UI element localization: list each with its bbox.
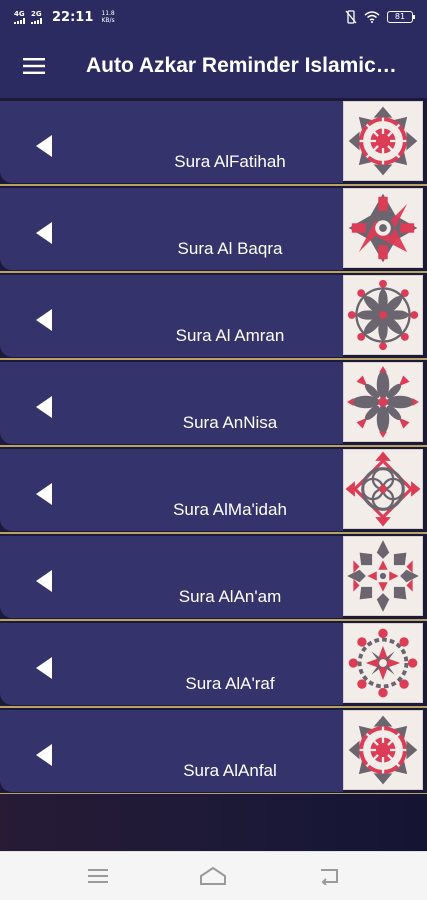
network-speed-value: 11.8 xyxy=(101,10,115,17)
list-item[interactable]: Sura AlA'raf xyxy=(0,620,427,708)
list-item[interactable]: Sura AlAnfal xyxy=(0,707,427,795)
play-left-triangle-icon[interactable] xyxy=(34,220,54,246)
status-bar: 4G 2G 22:11 11.8 KB/s 81 xyxy=(0,0,427,34)
app-bar: Auto Azkar Reminder Islamic… xyxy=(0,34,427,98)
play-left-triangle-icon[interactable] xyxy=(34,481,54,507)
status-left: 4G 2G 22:11 11.8 KB/s xyxy=(14,10,115,25)
list-item[interactable]: Sura AlFatihah xyxy=(0,98,427,186)
sura-pattern-image xyxy=(343,536,423,616)
sura-pattern-image xyxy=(343,101,423,181)
sura-pattern-image xyxy=(343,710,423,790)
back-icon xyxy=(321,869,339,885)
list-item-label: Sura AlA'raf xyxy=(185,674,275,693)
list-item-label: Sura Al Baqra xyxy=(177,239,283,258)
signal-2g: 2G xyxy=(31,10,42,24)
list-item[interactable]: Sura Al Baqra xyxy=(0,185,427,273)
sura-pattern-image xyxy=(343,362,423,442)
play-left-triangle-icon[interactable] xyxy=(34,742,54,768)
network-speed: 11.8 KB/s xyxy=(101,10,114,24)
network-type-1: 4G xyxy=(14,10,25,18)
play-left-triangle-icon[interactable] xyxy=(34,394,54,420)
signal-bars-icon xyxy=(14,18,25,24)
play-left-triangle-icon[interactable] xyxy=(34,307,54,333)
sura-list: Sura AlFatihah Sura Al Baqra Sura Al Amr… xyxy=(0,98,427,795)
hamburger-menu-icon xyxy=(23,58,45,74)
list-item-label: Sura AlMa'idah xyxy=(173,500,287,519)
vibrate-icon xyxy=(345,10,357,24)
recent-apps-icon xyxy=(87,869,108,883)
status-time: 22:11 xyxy=(52,9,94,25)
signal-4g: 4G xyxy=(14,10,25,24)
network-speed-unit: KB/s xyxy=(101,17,115,24)
sura-pattern-image xyxy=(343,275,423,355)
back-button[interactable] xyxy=(309,861,349,891)
list-item-label: Sura AnNisa xyxy=(182,413,278,432)
play-left-triangle-icon[interactable] xyxy=(34,655,54,681)
menu-button[interactable] xyxy=(0,34,68,98)
list-item[interactable]: Sura AlAn'am xyxy=(0,533,427,621)
home-icon xyxy=(200,866,227,885)
sura-pattern-image xyxy=(343,188,423,268)
network-type-2: 2G xyxy=(31,10,42,18)
list-item[interactable]: Sura Al Amran xyxy=(0,272,427,360)
sura-pattern-image xyxy=(343,623,423,703)
play-left-triangle-icon[interactable] xyxy=(34,568,54,594)
system-nav-bar xyxy=(0,851,427,900)
list-item-label: Sura Al Amran xyxy=(175,326,285,345)
battery-icon: 81 xyxy=(387,11,415,23)
sura-pattern-image xyxy=(343,449,423,529)
list-footer-background xyxy=(0,794,427,851)
list-item-label: Sura AlAn'am xyxy=(178,587,282,606)
app-title: Auto Azkar Reminder Islamic… xyxy=(86,54,397,77)
play-left-triangle-icon[interactable] xyxy=(34,133,54,159)
wifi-icon xyxy=(364,11,380,23)
home-button[interactable] xyxy=(193,861,233,891)
list-item-label: Sura AlAnfal xyxy=(183,761,277,780)
list-item-label: Sura AlFatihah xyxy=(174,152,286,171)
status-right: 81 xyxy=(345,10,415,24)
list-item[interactable]: Sura AnNisa xyxy=(0,359,427,447)
list-item[interactable]: Sura AlMa'idah xyxy=(0,446,427,534)
signal-bars-icon xyxy=(31,18,42,24)
recent-apps-button[interactable] xyxy=(78,861,118,891)
